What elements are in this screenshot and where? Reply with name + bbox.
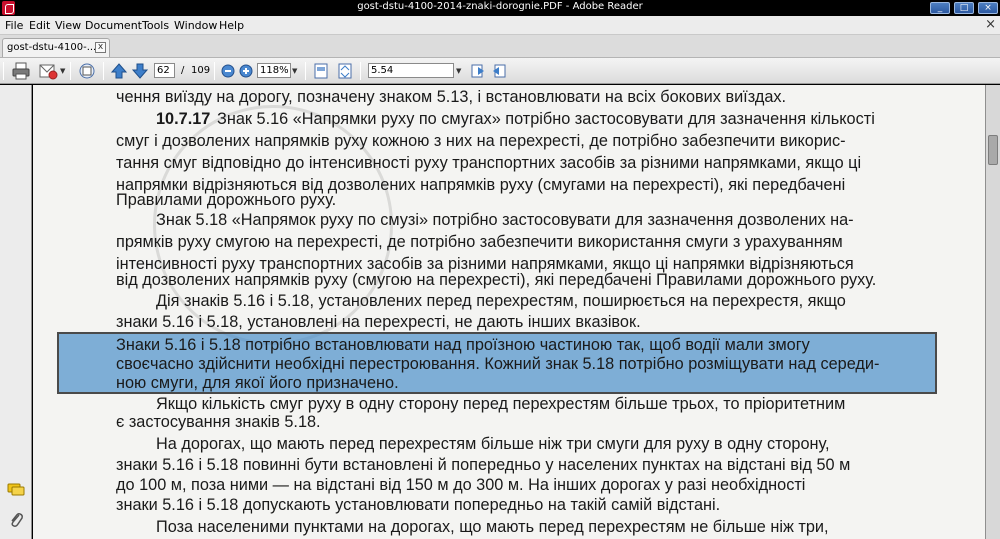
menu-file[interactable]: File [5,19,23,32]
doc-line: до 100 м, поза ними — на відстані від 15… [116,476,806,494]
doc-line: Правилами дорожнього руху. [116,191,337,209]
toolbar-separator [360,62,361,80]
close-document-icon[interactable]: × [985,18,996,32]
doc-line: Дія знаків 5.16 і 5.18, установлених пер… [156,292,846,310]
page-total: 109 [191,65,211,76]
doc-line: Знак 5.16 «Напрямки руху по смугах» потр… [217,110,875,128]
document-tab-bar: gost-dstu-4100-... x [0,35,1000,58]
menu-bar: File Edit View Document Tools Window Hel… [0,16,1000,35]
toolbar-grip [3,62,4,80]
email-icon[interactable] [38,62,58,80]
toolbar-separator [103,62,104,80]
down-arrow-icon[interactable] [131,62,149,80]
window-title: gost-dstu-4100-2014-znaki-dorognie.PDF -… [357,1,643,12]
comments-icon[interactable] [7,482,25,498]
pdf-page: чення виїзду на дорогу, позначену знаком… [33,85,985,539]
section-number: 10.7.17 [156,110,211,128]
doc-line: знаки 5.16 і 5.18, установлені на перехр… [116,313,641,331]
doc-line: тання смуг відповідно до інтенсивності р… [116,154,862,172]
chevron-down-icon[interactable]: ▼ [456,67,461,75]
doc-line: є застосування знаків 5.18. [116,413,321,431]
maximize-button[interactable]: □ [954,2,974,14]
doc-line: Знак 5.18 «Напрямок руху по смузі» потрі… [156,211,854,229]
doc-line: Якщо кількість смуг руху в одну сторону … [156,395,846,413]
chevron-down-icon[interactable]: ▼ [292,67,297,75]
single-page-icon[interactable] [312,62,330,80]
chevron-down-icon[interactable]: ▼ [60,67,65,75]
doc-line: чення виїзду на дорогу, позначену знаком… [116,88,787,106]
doc-line: смуг і дозволених напрямків руху кожною … [116,132,846,150]
doc-line: На дорогах, що мають перед перехрестям б… [156,435,830,453]
toolbar-separator [214,62,215,80]
fit-page-icon[interactable] [336,62,354,80]
close-button[interactable]: × [978,2,998,14]
printer-icon[interactable] [11,62,31,80]
zoom-in-icon[interactable] [238,62,254,80]
doc-line: прямків руху смугою на перехресті, де по… [116,233,843,251]
document-tab[interactable]: gost-dstu-4100-... x [2,38,110,57]
navigation-pane [0,85,32,539]
menu-help[interactable]: Help [219,19,244,32]
find-input[interactable]: 5.54 [368,63,454,78]
find-previous-icon[interactable] [470,62,486,80]
doc-line: Поза населеними пунктами на дорогах, що … [156,518,829,536]
doc-line: своєчасно здійснити необхідні перестроюв… [116,355,880,373]
tab-close-icon[interactable]: x [95,42,106,53]
page-number-input[interactable]: 62 [154,63,175,78]
doc-line: ною смуги, для якої його призначено. [116,374,399,392]
scrollbar-thumb[interactable] [988,135,998,165]
doc-line: знаки 5.16 і 5.18 повинні бути встановле… [116,456,851,474]
paperclip-icon[interactable] [8,511,24,529]
organize-icon[interactable] [76,62,98,80]
menu-view[interactable]: View [55,19,81,32]
title-bar: gost-dstu-4100-2014-znaki-dorognie.PDF -… [0,0,1000,16]
vertical-scrollbar[interactable] [985,85,1000,539]
zoom-out-icon[interactable] [220,62,236,80]
toolbar: ▼ 62 / 109 118% ▼ 5.54 ▼ [0,58,1000,84]
doc-line: знаки 5.16 і 5.18 допускають установлюва… [116,496,721,514]
minimize-button[interactable]: _ [930,2,950,14]
find-next-icon[interactable] [491,62,507,80]
menu-tools[interactable]: Tools [142,19,169,32]
menu-window[interactable]: Window [174,19,217,32]
page-separator: / [181,65,185,76]
menu-document[interactable]: Document [85,19,142,32]
menu-edit[interactable]: Edit [29,19,50,32]
toolbar-separator [70,62,71,80]
toolbar-separator [305,62,306,80]
document-view[interactable]: чення виїзду на дорогу, позначену знаком… [33,85,985,539]
up-arrow-icon[interactable] [110,62,128,80]
document-tab-label: gost-dstu-4100-... [7,42,97,53]
zoom-input[interactable]: 118% [257,63,291,78]
doc-line: Знаки 5.16 і 5.18 потрібно встановлювати… [116,336,810,354]
doc-line: від дозволених напрямків руху (смугою на… [116,271,877,289]
